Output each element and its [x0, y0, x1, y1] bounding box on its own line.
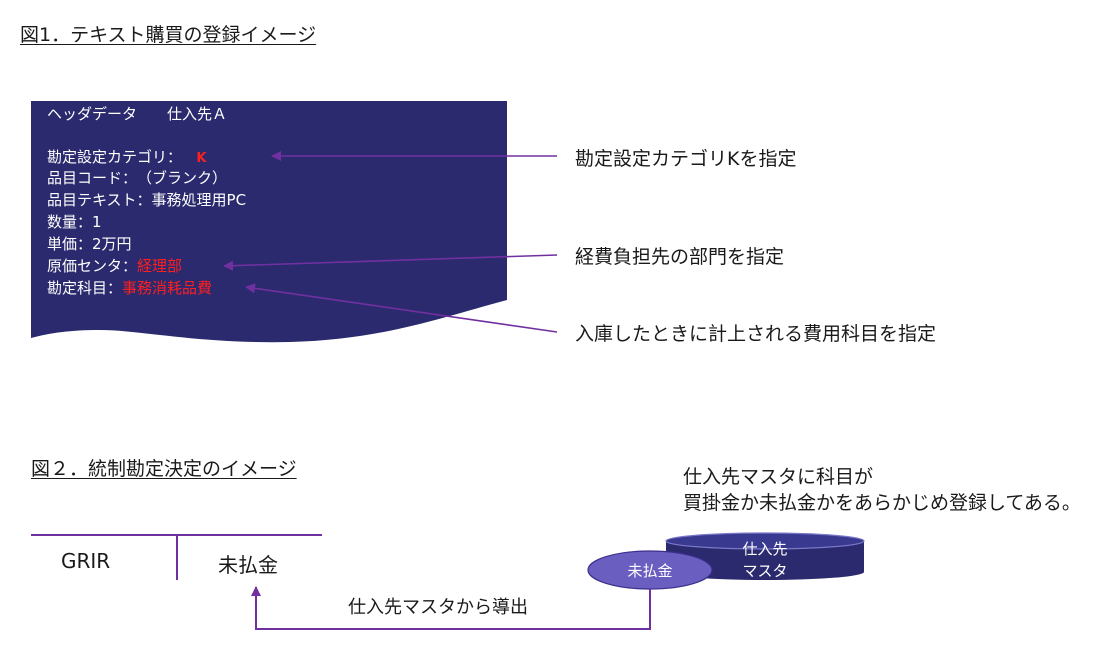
t-account-left-label: GRIR	[61, 549, 111, 573]
doc-cost-center: 原価センタ：経理部	[47, 256, 182, 276]
gl-account-label: 勘定科目：	[47, 279, 123, 297]
doc-gl-account: 勘定科目：事務消耗品費	[47, 278, 212, 298]
note-line-1: 仕入先マスタに科目が	[683, 466, 874, 488]
gl-account-value: 事務消耗品費	[122, 279, 213, 297]
account-category-value: K	[196, 151, 207, 166]
note-line-2: 買掛金か未払金かをあらかじめ登録してある。	[683, 492, 1081, 514]
doc-unit-price: 単価：2万円	[47, 235, 132, 253]
figure2-title: 図２．統制勘定決定のイメージ	[31, 458, 297, 480]
t-account-right-label: 未払金	[218, 553, 278, 577]
account-category-label: 勘定設定カテゴリ：	[47, 148, 183, 166]
document-shape	[31, 101, 507, 343]
doc-item-text: 品目テキスト：事務処理用PC	[47, 191, 247, 209]
annotation-category: 勘定設定カテゴリKを指定	[575, 148, 797, 170]
db-label-line-2: マスタ	[742, 562, 788, 580]
annotation-department: 経費負担先の部門を指定	[575, 246, 785, 268]
doc-account-category: 勘定設定カテゴリ： K	[47, 147, 206, 169]
derivation-label: 仕入先マスタから導出	[348, 597, 528, 618]
doc-item-code: 品目コード： （ブランク）	[47, 169, 228, 187]
cost-center-value: 経理部	[137, 257, 183, 275]
cost-center-label: 原価センタ：	[47, 257, 138, 275]
diagram-canvas	[31, 101, 865, 630]
ellipse-label: 未払金	[627, 562, 673, 580]
db-label-line-1: 仕入先	[742, 540, 788, 558]
annotation-account: 入庫したときに計上される費用科目を指定	[575, 323, 937, 345]
doc-quantity: 数量：1	[47, 213, 102, 231]
doc-header: ヘッダデータ 仕入先Ａ	[47, 105, 228, 123]
